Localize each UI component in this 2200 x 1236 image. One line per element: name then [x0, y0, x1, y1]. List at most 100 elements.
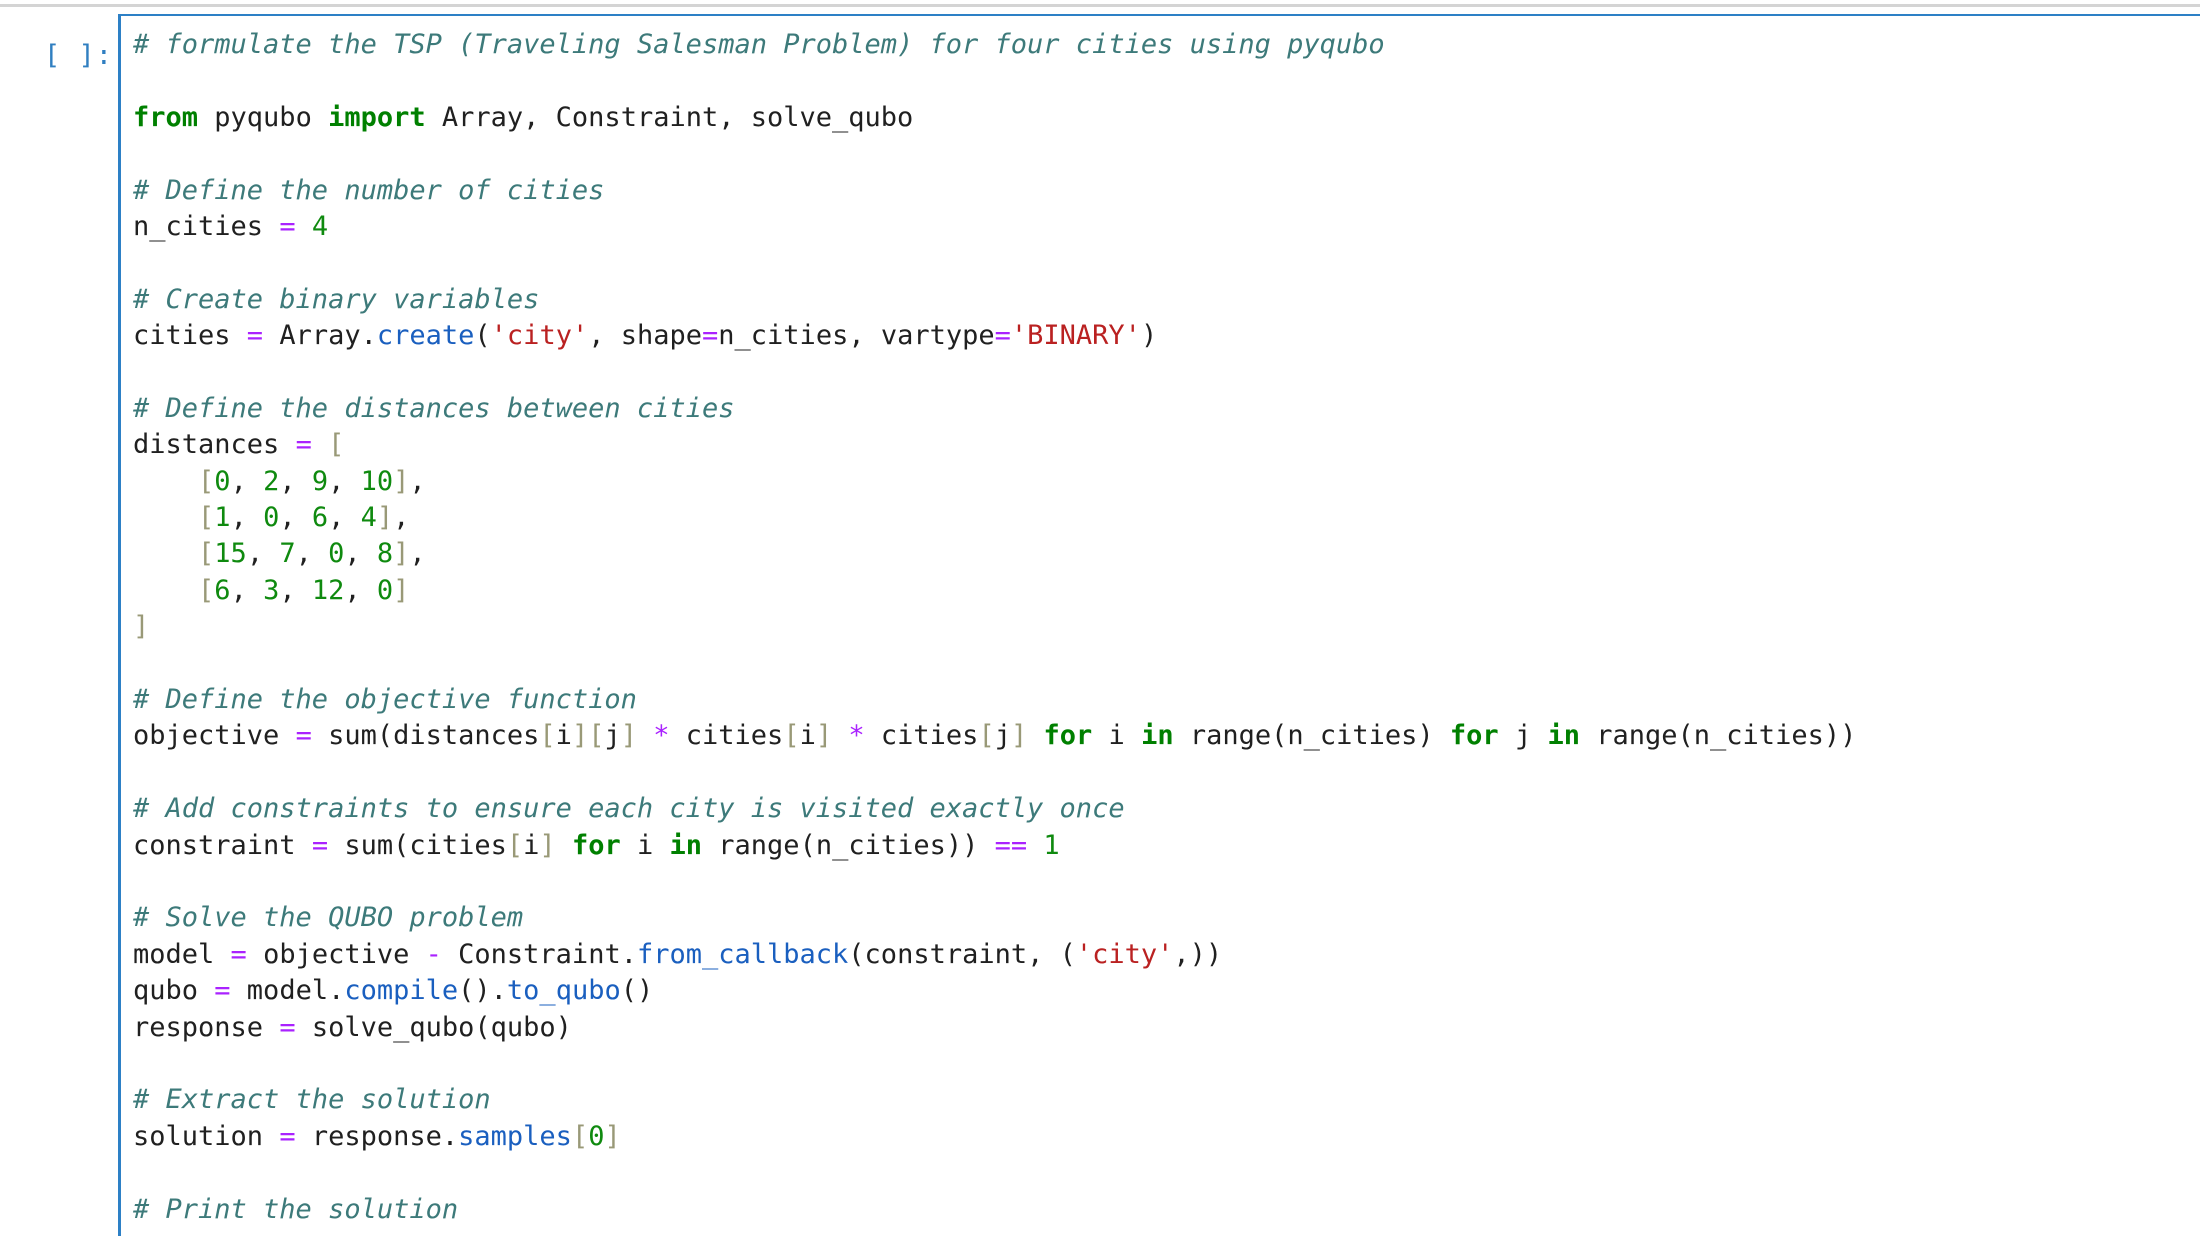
code-token: , [279, 465, 312, 497]
code-token: () [620, 975, 654, 1007]
code-token: sum(distances [311, 720, 540, 752]
code-editor[interactable]: # formulate the TSP (Traveling Salesman … [118, 14, 2200, 1236]
code-number: 3 [263, 574, 280, 606]
code-number: 7 [279, 538, 296, 570]
code-keyword: from [133, 101, 199, 133]
code-string: 'city' [1075, 938, 1174, 970]
code-bracket: ] [1010, 720, 1028, 752]
code-token: , [230, 502, 264, 534]
code-number: 6 [214, 574, 231, 606]
code-line: objective = sum(distances[i][j] * cities… [133, 718, 1856, 754]
code-token: , shape [588, 320, 703, 352]
code-token: range(n_cities)) [1580, 720, 1857, 752]
code-line: [6, 3, 12, 0] [133, 573, 1856, 609]
code-token: j [994, 720, 1011, 752]
code-token: j [604, 720, 621, 752]
code-token: , [295, 538, 329, 570]
code-line: # Define the number of cities [133, 173, 1856, 209]
code-line: n_cities = 4 [133, 209, 1856, 245]
code-token: , [230, 465, 264, 497]
code-token: cities [669, 720, 784, 752]
code-string: 'city' [490, 320, 589, 352]
code-token: , [246, 538, 280, 570]
code-token: range(n_cities) [1173, 720, 1450, 752]
code-keyword: for [571, 829, 621, 861]
code-bracket: ] [393, 574, 410, 606]
code-token: i [620, 829, 670, 861]
code-line: [15, 7, 0, 8], [133, 536, 1856, 572]
code-line: # Define the distances between cities [133, 391, 1856, 427]
notebook-top-rule [0, 4, 2200, 7]
code-token: (). [458, 975, 507, 1007]
code-line: from pyqubo import Array, Constraint, so… [133, 100, 1856, 136]
code-operator: = [702, 320, 719, 352]
code-token: j [1498, 720, 1548, 752]
code-line: # formulate the TSP (Traveling Salesman … [133, 27, 1856, 63]
code-bracket: ] [393, 538, 410, 570]
code-operator: = [295, 429, 312, 461]
code-bracket: [ [328, 429, 345, 461]
code-token: i [799, 720, 816, 752]
code-token: , [279, 574, 312, 606]
code-number: 0 [263, 502, 280, 534]
code-number: 2 [263, 465, 280, 497]
code-line: [0, 2, 9, 10], [133, 464, 1856, 500]
code-token: Array. [263, 320, 377, 352]
code-cell[interactable]: [ ]: # formulate the TSP (Traveling Sale… [0, 14, 2200, 1236]
code-token: , [393, 502, 410, 534]
code-number: 10 [360, 465, 394, 497]
code-token: , [409, 465, 426, 497]
code-text[interactable]: # formulate the TSP (Traveling Salesman … [133, 27, 1856, 1228]
code-number: 4 [311, 210, 329, 242]
code-bracket: ][ [571, 720, 605, 752]
code-bracket: ] [376, 502, 394, 534]
code-bracket: ] [133, 611, 150, 643]
code-line: constraint = sum(cities[i] for i in rang… [133, 828, 1856, 864]
code-token: i [1092, 720, 1142, 752]
code-operator: = [994, 320, 1011, 352]
code-keyword: for [1043, 720, 1093, 752]
code-bracket: [ [571, 1120, 589, 1152]
code-number: 12 [311, 574, 345, 606]
code-number: 9 [311, 465, 329, 497]
code-line: [1, 0, 6, 4], [133, 500, 1856, 536]
code-token: sum(cities [328, 829, 507, 861]
code-token: , [344, 538, 377, 570]
code-number: 6 [311, 502, 329, 534]
code-number: 0 [214, 465, 231, 497]
code-number: 1 [1043, 829, 1060, 861]
code-keyword: import [328, 101, 426, 133]
code-operator: * [848, 720, 865, 752]
code-token: pyqubo [198, 101, 329, 133]
code-token: , [328, 502, 361, 534]
code-comment: # Print the solution [133, 1193, 459, 1225]
code-token: qubo [133, 975, 215, 1007]
code-line: # Extract the solution [133, 1082, 1856, 1118]
code-attribute: create [376, 320, 475, 352]
code-line: # Create binary variables [133, 282, 1856, 318]
code-number: 0 [588, 1120, 605, 1152]
code-comment: # Define the number of cities [133, 174, 605, 206]
code-bracket: [ [198, 465, 215, 497]
code-token: (constraint, ( [848, 938, 1076, 970]
code-operator: = [230, 938, 247, 970]
code-line: # Print the solution [133, 1192, 1856, 1228]
code-line: solution = response.samples[0] [133, 1119, 1856, 1155]
code-line: distances = [ [133, 427, 1856, 463]
code-bracket: ] [620, 720, 637, 752]
code-token: constraint [133, 829, 312, 861]
code-bracket: ] [604, 1120, 621, 1152]
code-token: range(n_cities)) [702, 829, 995, 861]
code-token: ) [1140, 320, 1158, 352]
code-number: 0 [376, 574, 394, 606]
